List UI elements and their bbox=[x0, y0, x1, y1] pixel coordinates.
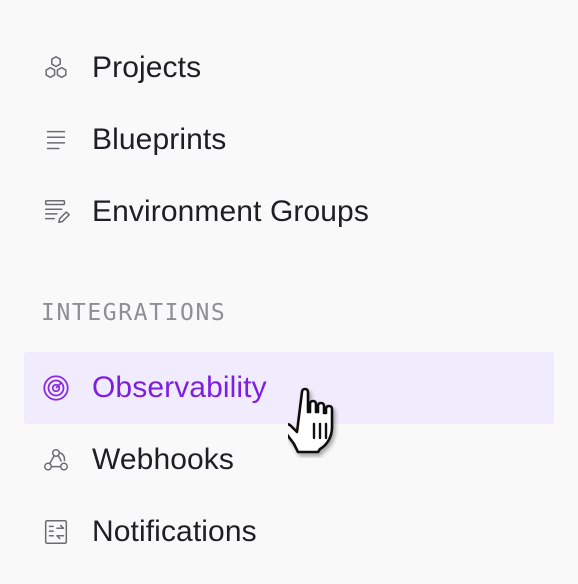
webhook-icon bbox=[40, 444, 72, 476]
hexagons-icon bbox=[40, 52, 72, 84]
env-groups-icon bbox=[40, 196, 72, 228]
sidebar-item-environment-groups[interactable]: Environment Groups bbox=[24, 176, 554, 248]
target-icon bbox=[40, 372, 72, 404]
sidebar-item-label: Observability bbox=[92, 371, 267, 404]
section-heading-integrations: INTEGRATIONS bbox=[41, 300, 227, 326]
sidebar-item-notifications[interactable]: Notifications bbox=[24, 496, 554, 568]
notifications-icon bbox=[40, 516, 72, 548]
sidebar-item-label: Webhooks bbox=[92, 443, 234, 476]
sidebar-item-label: Notifications bbox=[92, 515, 257, 548]
sidebar-item-blueprints[interactable]: Blueprints bbox=[24, 104, 554, 176]
sidebar: Projects Blueprints Environment Groups I… bbox=[0, 0, 578, 584]
hand-cursor-icon bbox=[288, 387, 334, 454]
sidebar-item-label: Environment Groups bbox=[92, 195, 369, 228]
sidebar-item-label: Blueprints bbox=[92, 123, 227, 156]
lines-icon bbox=[40, 124, 72, 156]
sidebar-item-projects[interactable]: Projects bbox=[24, 32, 554, 104]
sidebar-item-label: Projects bbox=[92, 51, 202, 84]
